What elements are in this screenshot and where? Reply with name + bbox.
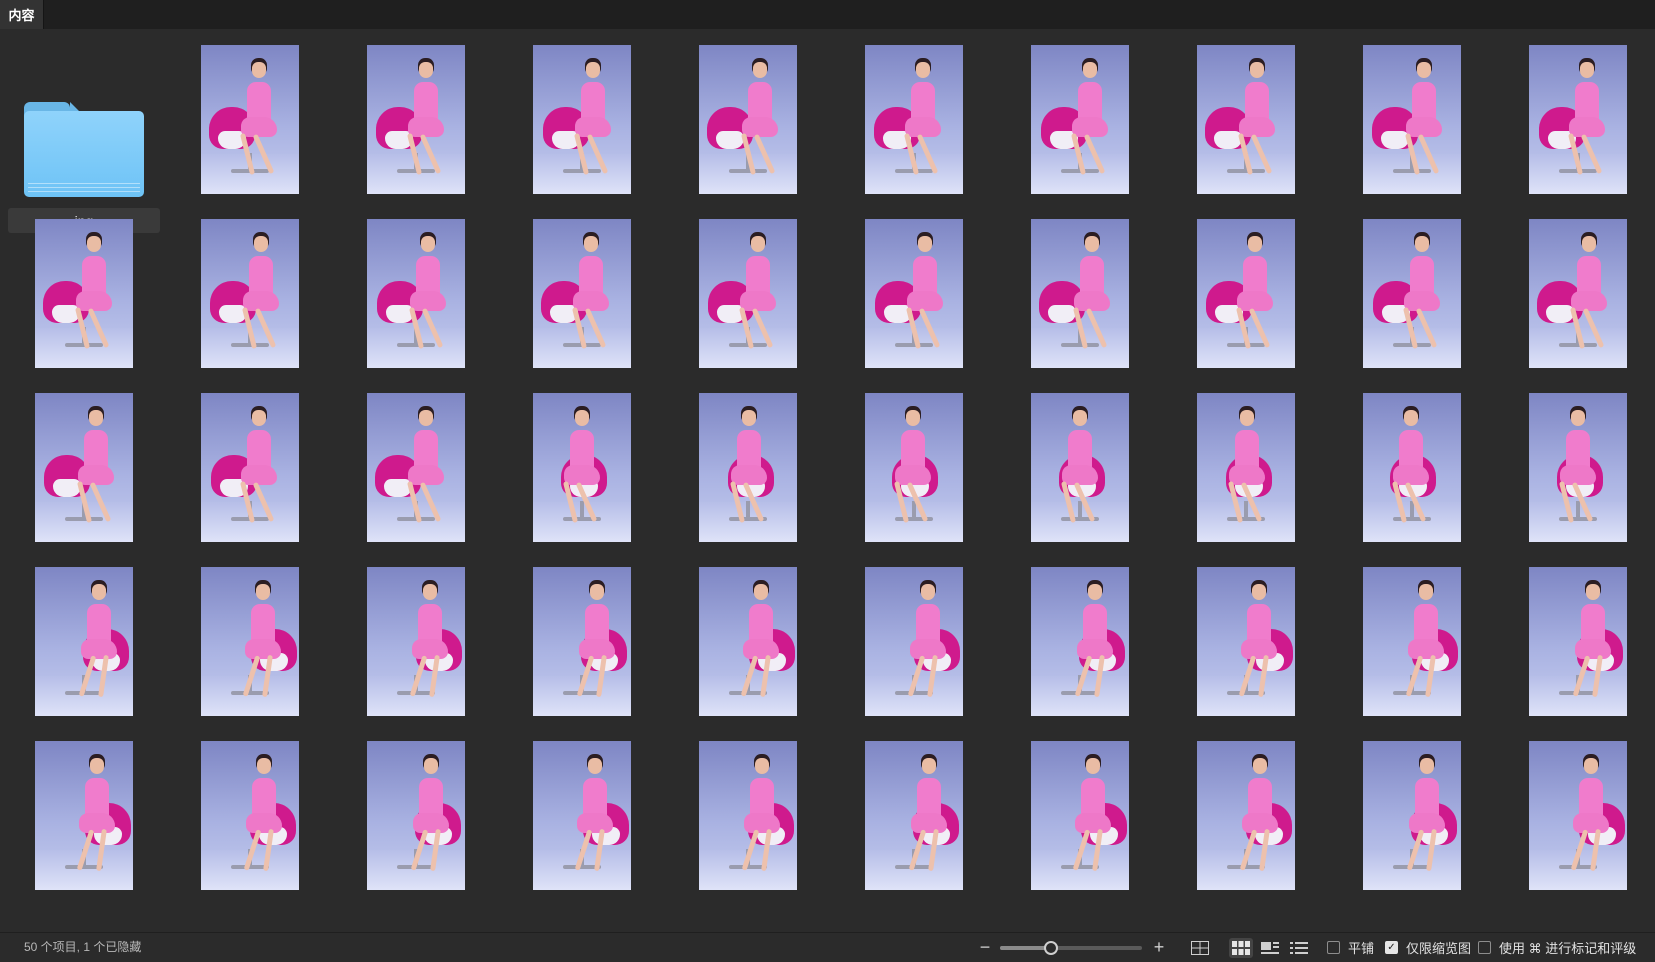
photo-thumbnail[interactable] [35, 567, 133, 716]
photo-thumbnail[interactable] [35, 741, 133, 890]
photo-thumbnail[interactable] [699, 45, 797, 194]
zoom-in-button[interactable]: + [1149, 937, 1169, 957]
photo-thumbnail[interactable] [865, 219, 963, 368]
photo-thumbnail[interactable] [699, 741, 797, 890]
photo-thumbnail[interactable] [533, 393, 631, 542]
photo-thumbnail[interactable] [865, 567, 963, 716]
photo-thumbnail[interactable] [1031, 393, 1129, 542]
grid-large-icon [1191, 941, 1209, 955]
photo-thumbnail[interactable] [1529, 393, 1627, 542]
photo-thumbnail[interactable] [699, 393, 797, 542]
photo-thumbnail[interactable] [1529, 567, 1627, 716]
photo-thumbnail[interactable] [1363, 45, 1461, 194]
folder-icon [24, 102, 144, 197]
photo-thumbnail[interactable] [201, 45, 299, 194]
photo-thumbnail[interactable] [1363, 393, 1461, 542]
photo-thumbnail[interactable] [865, 393, 963, 542]
folder-item-jpg[interactable]: jpg [8, 69, 160, 233]
photo-thumbnail[interactable] [1197, 219, 1295, 368]
zoom-slider-knob[interactable] [1043, 941, 1058, 955]
photo-thumbnail[interactable] [1529, 219, 1627, 368]
mark-checkbox-row[interactable]: 使用 ⌘ 进行标记和评级 [1478, 933, 1636, 962]
photo-thumbnail[interactable] [1197, 393, 1295, 542]
photo-thumbnail[interactable] [201, 567, 299, 716]
tab-content[interactable]: 内容 [0, 0, 44, 29]
photo-thumbnail[interactable] [533, 741, 631, 890]
thumb-only-label: 仅限缩览图 [1406, 941, 1472, 956]
photo-thumbnail[interactable] [367, 393, 465, 542]
photo-thumbnail[interactable] [1197, 567, 1295, 716]
filmstrip-icon [1261, 942, 1279, 954]
photo-thumbnail[interactable] [1363, 741, 1461, 890]
photo-thumbnail[interactable] [1031, 219, 1129, 368]
photo-thumbnail[interactable] [533, 45, 631, 194]
photo-thumbnail[interactable] [1363, 219, 1461, 368]
tile-label: 平铺 [1348, 941, 1375, 956]
photo-thumbnail[interactable] [35, 393, 133, 542]
photo-thumbnail[interactable] [1197, 45, 1295, 194]
view-filmstrip-button[interactable] [1258, 938, 1282, 958]
photo-thumbnail[interactable] [201, 393, 299, 542]
photo-thumbnail[interactable] [865, 741, 963, 890]
photo-thumbnail[interactable] [35, 219, 133, 368]
photo-thumbnail[interactable] [1529, 741, 1627, 890]
photo-thumbnail[interactable] [201, 219, 299, 368]
photo-thumbnail[interactable] [367, 567, 465, 716]
view-list-button[interactable] [1287, 938, 1311, 958]
photo-thumbnail[interactable] [367, 741, 465, 890]
thumb-only-checkbox-row[interactable]: ✓ 仅限缩览图 [1385, 933, 1471, 962]
photo-thumbnail[interactable] [1031, 741, 1129, 890]
zoom-slider[interactable] [1000, 941, 1142, 955]
list-icon [1290, 942, 1308, 954]
photo-thumbnail[interactable] [1363, 567, 1461, 716]
mark-checkbox[interactable] [1478, 941, 1491, 954]
photo-thumbnail[interactable] [1031, 567, 1129, 716]
photo-thumbnail[interactable] [201, 741, 299, 890]
photo-thumbnail[interactable] [1031, 45, 1129, 194]
status-bar: 50 个项目, 1 个已隐藏 − + 平铺 ✓ 仅限缩览图 使用 ⌘ 进行标记和… [0, 932, 1655, 962]
zoom-out-button[interactable]: − [975, 937, 995, 957]
photo-thumbnail[interactable] [699, 219, 797, 368]
thumb-only-checkbox[interactable]: ✓ [1385, 941, 1398, 954]
tile-checkbox-row[interactable]: 平铺 [1327, 933, 1374, 962]
photo-thumbnail[interactable] [865, 45, 963, 194]
photo-thumbnail[interactable] [533, 567, 631, 716]
tab-bar: 内容 [0, 0, 1655, 29]
content-grid: jpg [0, 29, 1655, 932]
photo-thumbnail[interactable] [699, 567, 797, 716]
view-grid-large-button[interactable] [1188, 938, 1212, 958]
mark-label: 使用 ⌘ 进行标记和评级 [1499, 941, 1637, 956]
item-count-text: 50 个项目, 1 个已隐藏 [24, 940, 142, 954]
view-grid-button[interactable] [1229, 938, 1253, 958]
tile-checkbox[interactable] [1327, 941, 1340, 954]
photo-thumbnail[interactable] [1529, 45, 1627, 194]
grid-icon [1232, 941, 1250, 955]
photo-thumbnail[interactable] [367, 45, 465, 194]
zoom-slider-fill [1000, 946, 1050, 950]
photo-thumbnail[interactable] [533, 219, 631, 368]
photo-thumbnail[interactable] [1197, 741, 1295, 890]
photo-thumbnail[interactable] [367, 219, 465, 368]
